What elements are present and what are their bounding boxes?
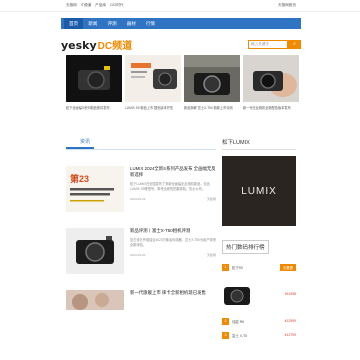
rank-title: 热门数码排行榜 [222, 240, 269, 254]
banner-caption: LUMIX S9 新品上市 银色版本开售 [125, 106, 174, 110]
top-link[interactable]: 产品库 [95, 3, 106, 8]
rank-name: 松下S9 [232, 265, 243, 270]
nav-item-review[interactable]: 评测 [102, 18, 121, 29]
article-item[interactable]: 新品评测丨富士X-T50相机评测 复古设计外观结合4020万像素传感器，富士X-… [66, 228, 216, 274]
main-nav: 首页 新闻 评测 器材 行情 [61, 18, 301, 29]
article-thumb [66, 290, 124, 310]
article-date: 2024-05-23 [130, 197, 146, 202]
rank-price: ¥12999 [284, 319, 296, 323]
banner-caption: 松下全画幅S系列新品即将发布 [66, 106, 110, 110]
rank-panel: 热门数码排行榜 1 松下S9 去看看 ¥11998 2 佳能 R6 ¥12999… [222, 236, 296, 342]
article-item[interactable]: 第23 LUMIX 2024全新S系列产品发布 全画幅无反新选择 松下LUMIX… [66, 166, 216, 212]
article-thumb [66, 228, 124, 274]
section-header: 资讯 [66, 138, 216, 150]
top-link[interactable]: IT频道 [81, 3, 91, 8]
nav-item-market[interactable]: 行情 [141, 18, 160, 29]
banner-row: 松下全画幅S系列新品即将发布 LUMIX S9 新品上市 银色版本开售 新品拆解… [66, 55, 299, 111]
rank-name: 富士 X-T5 [232, 333, 248, 338]
rank-row[interactable]: 3 富士 X-T5 ¥12799 [222, 328, 296, 342]
search-icon: ⌕ [293, 41, 296, 47]
article-desc: 复古设计外观结合4020万像素传感器，富士X-T50为用户带来全新体验。 [130, 238, 216, 247]
rank-button[interactable]: 去看看 [279, 263, 296, 271]
article-thumb: 第23 [66, 166, 124, 212]
top-right-links: 天极网首页 [278, 3, 296, 8]
rank-number: 3 [222, 331, 229, 339]
article-title[interactable]: 新品评测丨富士X-T50相机评测 [130, 228, 216, 234]
camera-hand-photo [243, 55, 299, 102]
news-section: 资讯 第23 LUMIX 2024全新S系列产品发布 全画幅无反新选择 松下LU… [66, 138, 216, 336]
poster-image [125, 55, 181, 102]
section-title[interactable]: 资讯 [66, 138, 95, 149]
article-source: 天极网 [206, 253, 216, 258]
banner-card[interactable]: 新品拆解 富士X-T50 新款上市评测 [184, 55, 240, 111]
top-link[interactable]: 天极网 [66, 3, 77, 8]
top-link[interactable]: CIO时代 [110, 3, 124, 8]
banner-caption: 新品拆解 富士X-T50 新款上市评测 [184, 106, 233, 110]
top-bar: 天极网 IT频道 产品库 CIO时代 天极网首页 [0, 0, 360, 12]
rank-row[interactable]: 2 佳能 R6 ¥12999 [222, 314, 296, 328]
search-button[interactable]: ⌕ [288, 39, 301, 49]
rank-featured[interactable]: ¥11998 [222, 274, 296, 314]
promo-text: LUMIX [241, 185, 277, 197]
banner-card[interactable]: LUMIX S9 新品上市 银色版本开售 [125, 55, 181, 111]
article-text: 新品评测丨富士X-T50相机评测 复古设计外观结合4020万像素传感器，富士X-… [130, 228, 216, 274]
banner-caption: 新一代无反相机全新配色版本发布 [243, 106, 291, 110]
rank-name: 佳能 R6 [232, 319, 245, 324]
site-logo[interactable]: yesky DC频道 [61, 37, 132, 52]
article-source: 天极网 [206, 197, 216, 202]
nav-item-news[interactable]: 新闻 [83, 18, 102, 29]
article-desc: 松下LUMIX在全国发布了多款全画幅无反相机新品，包含LUMIX S9等型号，带… [130, 182, 210, 191]
banner-image [243, 55, 299, 102]
nav-item-gear[interactable]: 器材 [122, 18, 141, 29]
article-title[interactable]: 新一代旗舰上市 徕卡全新相机现已发售 [130, 290, 216, 296]
article-text: LUMIX 2024全新S系列产品发布 全画幅无反新选择 松下LUMIX在全国发… [130, 166, 216, 212]
banner-image [125, 55, 181, 102]
sidebar-promo[interactable]: LUMIX [222, 156, 296, 226]
rank-row[interactable]: 1 松下S9 去看看 [222, 260, 296, 274]
search-box: 输入关键字 ⌕ [248, 39, 301, 49]
banner-image [66, 55, 122, 102]
rank-price: ¥11998 [284, 292, 296, 296]
banner-card[interactable]: 新一代无反相机全新配色版本发布 [243, 55, 299, 111]
home-link[interactable]: 天极网首页 [278, 3, 296, 8]
svg-text:第23: 第23 [70, 173, 89, 184]
search-input[interactable]: 输入关键字 [248, 39, 288, 49]
banner-image [184, 55, 240, 102]
nav-item-home[interactable]: 首页 [64, 18, 84, 29]
article-meta: 2024-05-20 天极网 [130, 253, 216, 257]
top-links: 天极网 IT频道 产品库 CIO时代 [66, 3, 124, 8]
camera-icon [224, 287, 250, 305]
banner-card[interactable]: 松下全画幅S系列新品即将发布 [66, 55, 122, 111]
article-item[interactable]: 新一代旗舰上市 徕卡全新相机现已发售 [66, 290, 216, 336]
sidebar: 松下LUMIX LUMIX [222, 138, 296, 226]
article-text: 新一代旗舰上市 徕卡全新相机现已发售 [130, 290, 216, 336]
header: yesky DC频道 输入关键字 ⌕ [61, 36, 301, 52]
rank-number: 2 [222, 317, 229, 325]
logo-sub: DC频道 [97, 40, 133, 52]
camera-image [66, 55, 122, 102]
camera-photo [184, 55, 240, 102]
article-date: 2024-05-20 [130, 253, 146, 258]
article-title[interactable]: LUMIX 2024全新S系列产品发布 全画幅无反新选择 [130, 166, 216, 178]
rank-number: 1 [222, 263, 229, 271]
article-meta: 2024-05-23 天极网 [130, 197, 216, 201]
sidebar-title: 松下LUMIX [222, 138, 296, 150]
logo-main: yesky [61, 38, 97, 52]
rank-price: ¥12799 [284, 333, 296, 337]
